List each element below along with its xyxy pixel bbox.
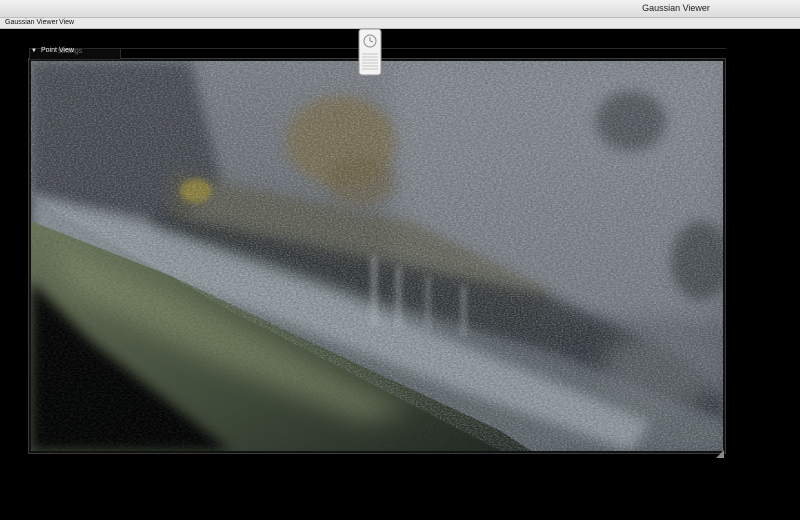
menu-gaussian-viewer[interactable]: Gaussian Viewer <box>5 19 58 26</box>
desktop-screen: Gaussian Viewer Gaussian Viewer View set… <box>0 0 800 520</box>
window-top-border <box>120 48 726 49</box>
menu-view[interactable]: View <box>59 19 74 26</box>
clock-widget-icon[interactable] <box>357 28 383 76</box>
panel-title-label: Point View <box>40 47 74 54</box>
menubar: Gaussian Viewer View <box>0 18 800 29</box>
window-titlebar[interactable]: Gaussian Viewer <box>0 0 800 18</box>
window-title: Gaussian Viewer <box>642 3 710 13</box>
gaussian-render-canvas[interactable] <box>31 61 723 451</box>
resize-grip-icon[interactable] <box>716 445 724 458</box>
scene-render <box>31 61 723 451</box>
panel-header[interactable]: ▼ Point View <box>31 47 74 54</box>
triangle-down-icon[interactable]: ▼ <box>31 48 37 54</box>
